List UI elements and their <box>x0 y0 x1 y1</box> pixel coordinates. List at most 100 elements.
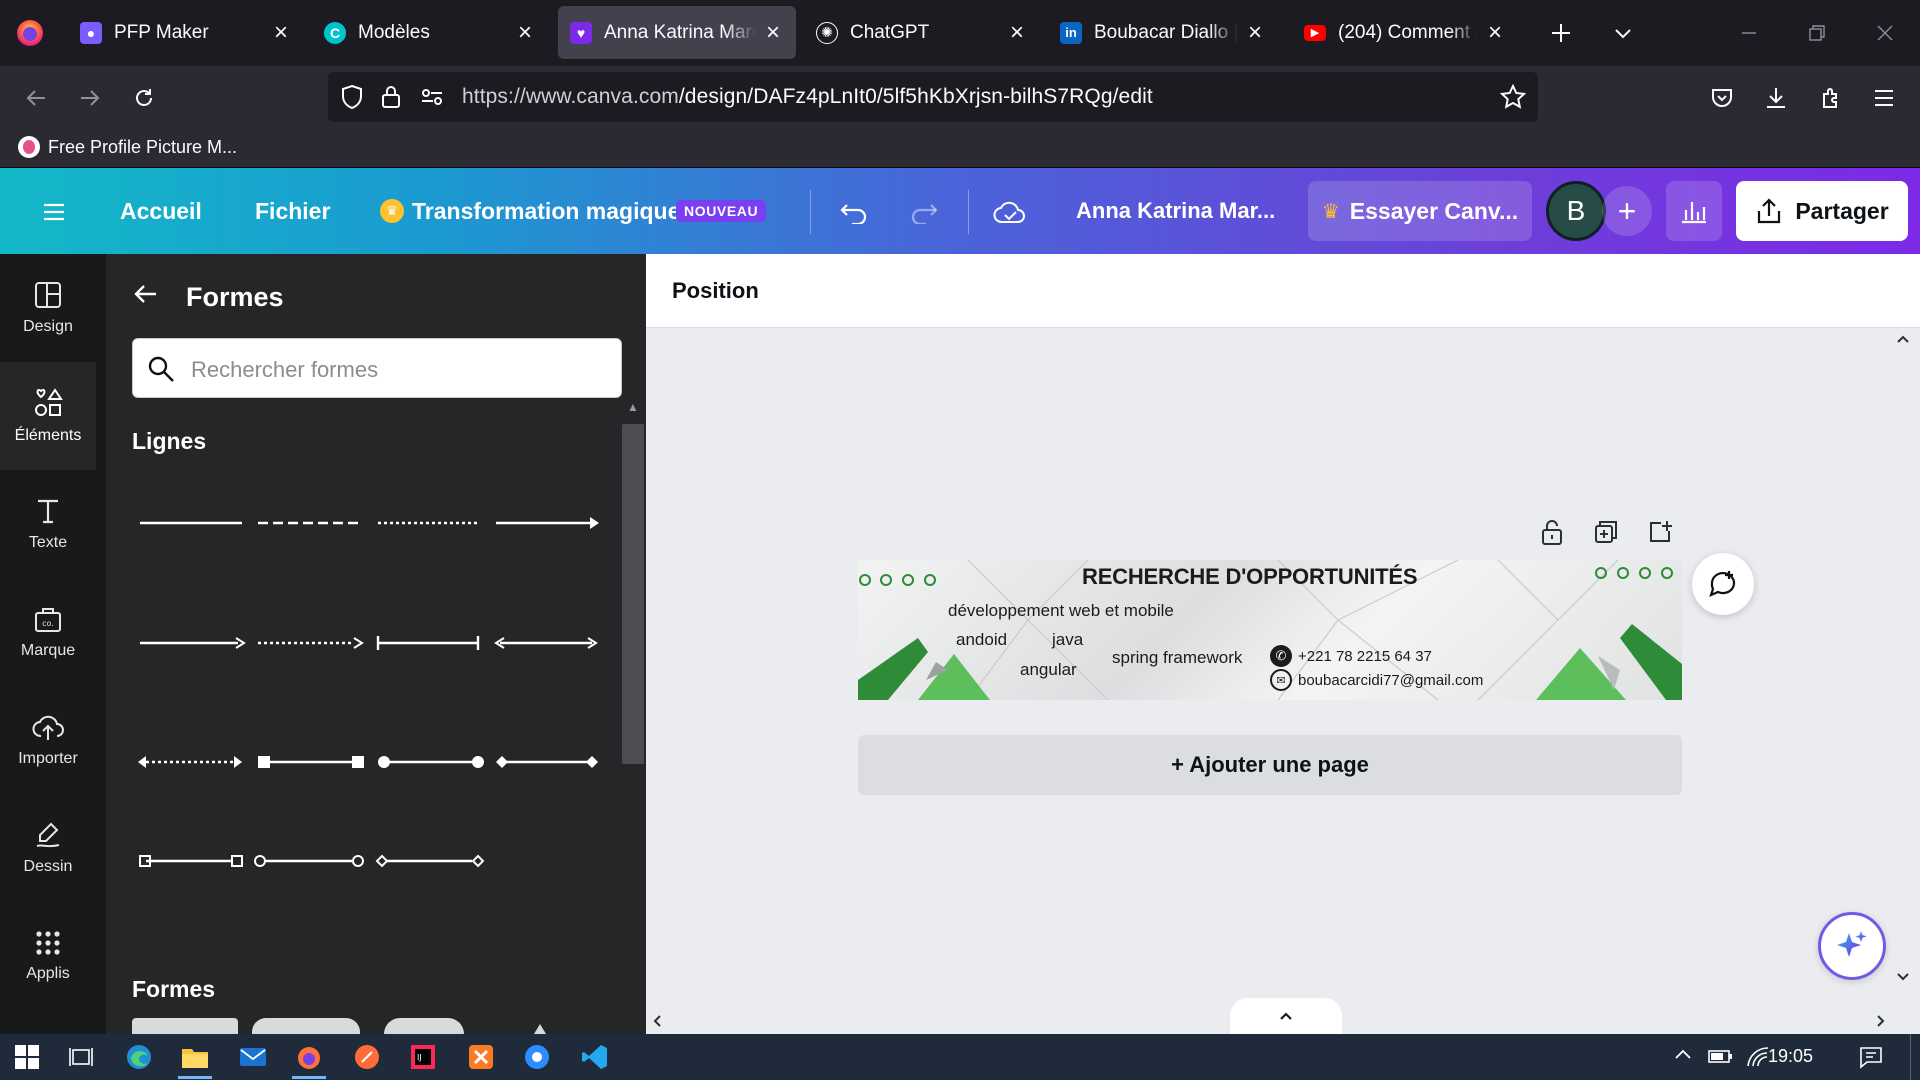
tab-modeles[interactable]: C Modèles × <box>312 6 548 59</box>
scroll-right-chevron-icon[interactable] <box>1876 1014 1886 1028</box>
reload-icon[interactable] <box>124 78 164 118</box>
minimize-window-icon[interactable] <box>1730 14 1768 52</box>
close-window-icon[interactable] <box>1866 14 1904 52</box>
lock-icon[interactable] <box>380 84 402 110</box>
document-title[interactable]: Anna Katrina Mar... <box>1076 198 1275 224</box>
close-tab-icon[interactable]: × <box>270 19 292 46</box>
tab-linkedin[interactable]: in Boubacar Diallo | LinkedIn × <box>1048 6 1278 59</box>
new-tab-icon[interactable] <box>1542 14 1580 52</box>
battery-icon[interactable] <box>1708 1046 1734 1066</box>
taskbar-clock[interactable]: 19:05 <box>1768 1046 1813 1067</box>
postman-icon[interactable] <box>350 1040 384 1074</box>
home-menu[interactable]: Accueil <box>120 198 202 225</box>
design-skill-java[interactable]: java <box>1052 630 1083 650</box>
add-page-button[interactable]: + Ajouter une page <box>858 735 1682 795</box>
list-all-tabs-chevron-down-icon[interactable] <box>1604 14 1642 52</box>
position-button[interactable]: Position <box>672 278 759 304</box>
wifi-icon[interactable] <box>1746 1046 1770 1068</box>
address-bar[interactable]: https://www.canva.com/design/DAFz4pLnIt0… <box>328 72 1538 122</box>
restore-window-icon[interactable] <box>1798 14 1836 52</box>
bookmark-star-icon[interactable] <box>1500 84 1526 110</box>
windows-start-icon[interactable] <box>10 1040 44 1074</box>
design-skill-spring[interactable]: spring framework <box>1112 648 1242 668</box>
edge-icon[interactable] <box>122 1040 156 1074</box>
design-page[interactable]: RECHERCHE D'OPPORTUNITÉS développement w… <box>858 560 1682 700</box>
shapes-search-input[interactable]: Rechercher formes <box>132 338 622 398</box>
permissions-icon[interactable] <box>420 87 444 107</box>
panel-scroll-thumb[interactable] <box>622 424 644 764</box>
show-hidden-icons-chevron-icon[interactable] <box>1674 1048 1692 1060</box>
xampp-icon[interactable] <box>464 1040 498 1074</box>
mail-icon[interactable] <box>236 1040 270 1074</box>
tab-anna-katrina[interactable]: ♥ Anna Katrina Marchand × <box>558 6 796 59</box>
show-desktop-button[interactable] <box>1910 1034 1916 1080</box>
cloud-saved-icon[interactable] <box>990 192 1030 232</box>
rail-item-design[interactable]: Design <box>0 254 96 362</box>
magic-switch-menu[interactable]: Transformation magique <box>412 198 680 225</box>
shield-icon[interactable] <box>340 84 364 110</box>
close-tab-icon[interactable]: × <box>514 19 536 46</box>
intellij-icon[interactable]: IJ <box>406 1040 440 1074</box>
undo-icon[interactable] <box>834 192 874 232</box>
insights-button[interactable] <box>1666 181 1722 241</box>
design-line1[interactable]: développement web et mobile <box>948 601 1174 621</box>
design-email[interactable]: boubacarcidi77@gmail.com <box>1298 672 1483 689</box>
design-skill-angular[interactable]: angular <box>1020 660 1077 680</box>
page-navigator-toggle[interactable] <box>1230 998 1342 1034</box>
chrome-profile-icon[interactable] <box>520 1040 554 1074</box>
vscode-icon[interactable] <box>578 1040 612 1074</box>
design-phone[interactable]: +221 78 2215 64 37 <box>1298 648 1432 665</box>
tab-pfp-maker[interactable]: ● PFP Maker × <box>68 6 304 59</box>
file-menu[interactable]: Fichier <box>255 198 330 225</box>
shape-circle[interactable] <box>384 1018 464 1034</box>
scroll-up-icon[interactable]: ▲ <box>627 400 639 414</box>
redo-icon[interactable] <box>904 192 944 232</box>
extensions-icon[interactable] <box>1812 78 1852 118</box>
canva-assistant-button[interactable] <box>1818 912 1886 980</box>
close-tab-icon[interactable]: × <box>1244 19 1266 46</box>
menu-hamburger-icon[interactable] <box>34 192 74 232</box>
url-text[interactable]: https://www.canva.com/design/DAFz4pLnIt0… <box>462 85 1153 109</box>
duplicate-page-icon[interactable] <box>1590 516 1622 548</box>
rail-item-text[interactable]: Texte <box>0 470 96 578</box>
rail-item-apps[interactable]: Applis <box>0 902 96 1010</box>
invite-plus-button[interactable]: + <box>1602 186 1652 236</box>
rail-item-upload[interactable]: Importer <box>0 686 96 794</box>
back-arrow-icon[interactable] <box>16 78 56 118</box>
rail-item-elements[interactable]: Éléments <box>0 362 96 470</box>
notifications-icon[interactable] <box>1858 1044 1884 1070</box>
shape-square[interactable] <box>132 1018 238 1034</box>
shape-triangle[interactable] <box>534 1024 546 1034</box>
try-canva-pro-button[interactable]: ♛ Essayer Canv... <box>1308 181 1532 241</box>
shape-rounded-square[interactable] <box>252 1018 360 1034</box>
pocket-icon[interactable] <box>1702 78 1742 118</box>
rail-item-brand[interactable]: co. Marque <box>0 578 96 686</box>
bookmark-free-profile-picture[interactable]: Free Profile Picture M... <box>18 136 237 158</box>
avatar[interactable]: B <box>1546 181 1606 241</box>
scroll-up-chevron-icon[interactable] <box>1896 334 1910 344</box>
close-tab-icon[interactable]: × <box>1484 19 1506 46</box>
design-headline[interactable]: RECHERCHE D'OPPORTUNITÉS <box>1082 564 1418 590</box>
tab-chatgpt[interactable]: ✺ ChatGPT × <box>804 6 1040 59</box>
close-tab-icon[interactable]: × <box>762 19 784 46</box>
tab-youtube[interactable]: ▶ (204) Comment créer × <box>1292 6 1518 59</box>
add-comment-button[interactable] <box>1692 553 1754 615</box>
file-explorer-icon[interactable] <box>178 1040 212 1074</box>
rail-item-draw[interactable]: Dessin <box>0 794 96 902</box>
add-page-icon[interactable] <box>1644 516 1676 548</box>
design-skill-android[interactable]: andoid <box>956 630 1007 650</box>
back-arrow-icon[interactable] <box>132 280 160 308</box>
line-square-end <box>258 756 270 768</box>
task-view-icon[interactable] <box>64 1040 98 1074</box>
forward-arrow-icon[interactable] <box>70 78 110 118</box>
firefox-taskbar-icon[interactable] <box>292 1040 326 1074</box>
scroll-left-chevron-icon[interactable] <box>652 1014 662 1028</box>
close-tab-icon[interactable]: × <box>1006 19 1028 46</box>
firefox-menu-icon[interactable] <box>14 16 46 48</box>
app-menu-hamburger-icon[interactable] <box>1864 78 1904 118</box>
downloads-icon[interactable] <box>1756 78 1796 118</box>
line-circle-end <box>378 756 390 768</box>
lock-icon[interactable] <box>1536 516 1568 548</box>
share-button[interactable]: Partager <box>1736 181 1908 241</box>
scroll-down-chevron-icon[interactable] <box>1896 972 1910 982</box>
